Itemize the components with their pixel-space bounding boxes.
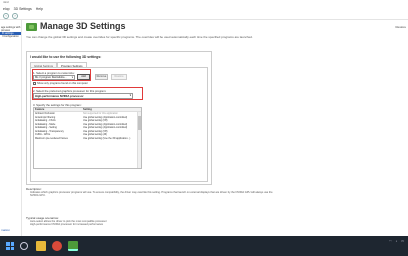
- main-panel: Manage 3D Settings Restore You can chang…: [22, 20, 408, 248]
- page-header: Manage 3D Settings Restore: [22, 20, 408, 34]
- sidebar-header: age settings with preview: [1, 26, 21, 32]
- graphics-processor-select[interactable]: High-performance NVIDIA processor ▾: [33, 93, 133, 99]
- show-only-checkbox[interactable]: [33, 82, 36, 85]
- toolbar: ‹ ›: [0, 12, 408, 20]
- program-select-value: Ms 3 program files\Adobe...: [35, 76, 67, 79]
- settings-box: I would like to use the following 3D set…: [26, 51, 212, 185]
- column-header-setting: Setting: [83, 108, 92, 111]
- notification-icon[interactable]: ▭: [401, 239, 404, 243]
- description-text: Indicates which graphics processor progr…: [30, 191, 273, 198]
- usage-section: Typical usage scenarios: Auto-select all…: [26, 216, 326, 226]
- program-select[interactable]: Ms 3 program files\Adobe... ▾: [33, 75, 75, 80]
- table-row[interactable]: Maximum pre-rendered frames Use global s…: [34, 137, 141, 141]
- setting-cell: Use global setting (Use the 3D applicati…: [83, 136, 131, 140]
- back-icon[interactable]: ‹: [3, 12, 9, 19]
- column-header-feature: Feature: [35, 108, 45, 111]
- description-section: Description: Indicates which graphics pr…: [26, 187, 326, 198]
- system-tray: ◠ ♪ ▭: [389, 239, 404, 243]
- nvidia-logo-icon: [26, 23, 37, 31]
- add-program-button[interactable]: Add: [77, 74, 90, 80]
- taskbar: ◠ ♪ ▭: [0, 236, 408, 256]
- system-information-link[interactable]: mation: [1, 228, 10, 232]
- settings-table: Feature Setting Ambient Occlusion Not su…: [33, 107, 142, 169]
- scrollbar-thumb[interactable]: [138, 116, 141, 130]
- windows-start-icon[interactable]: [6, 242, 14, 250]
- file-explorer-icon[interactable]: [36, 241, 46, 251]
- restore-defaults-link[interactable]: Restore: [395, 25, 406, 29]
- intro-text: You can change the global 3D settings an…: [26, 35, 253, 39]
- nvidia-app-icon[interactable]: [68, 241, 78, 251]
- search-icon[interactable]: [20, 242, 28, 250]
- chrome-icon[interactable]: [52, 241, 62, 251]
- table-scrollbar[interactable]: [137, 112, 141, 168]
- page-title: Manage 3D Settings: [40, 21, 126, 31]
- forward-icon[interactable]: ›: [12, 12, 18, 19]
- restore-program-button[interactable]: Restore: [111, 74, 127, 80]
- show-only-row[interactable]: Show only programs found on this compute…: [33, 82, 88, 85]
- processor-select-value: High-performance NVIDIA processor: [35, 94, 84, 98]
- chevron-down-icon: ▾: [129, 94, 131, 97]
- feature-cell: Maximum pre-rendered frames: [35, 136, 68, 140]
- program-settings-panel: 1. Select a program to customize: Ms 3 p…: [30, 67, 208, 182]
- sidebar: age settings with preview D settings l C…: [0, 20, 22, 236]
- show-only-label: Show only programs found on this compute…: [37, 82, 88, 85]
- chevron-down-icon: ▾: [71, 76, 73, 79]
- window-title: ntrol: [3, 0, 9, 4]
- network-icon[interactable]: ◠: [389, 239, 392, 243]
- remove-program-button[interactable]: Remove: [95, 74, 108, 80]
- settings-box-title: I would like to use the following 3D set…: [30, 55, 102, 59]
- volume-icon[interactable]: ♪: [396, 239, 398, 243]
- usage-item: High-performance NVIDIA processor for in…: [30, 223, 104, 227]
- sidebar-item-configuration[interactable]: l Configuration: [0, 35, 21, 38]
